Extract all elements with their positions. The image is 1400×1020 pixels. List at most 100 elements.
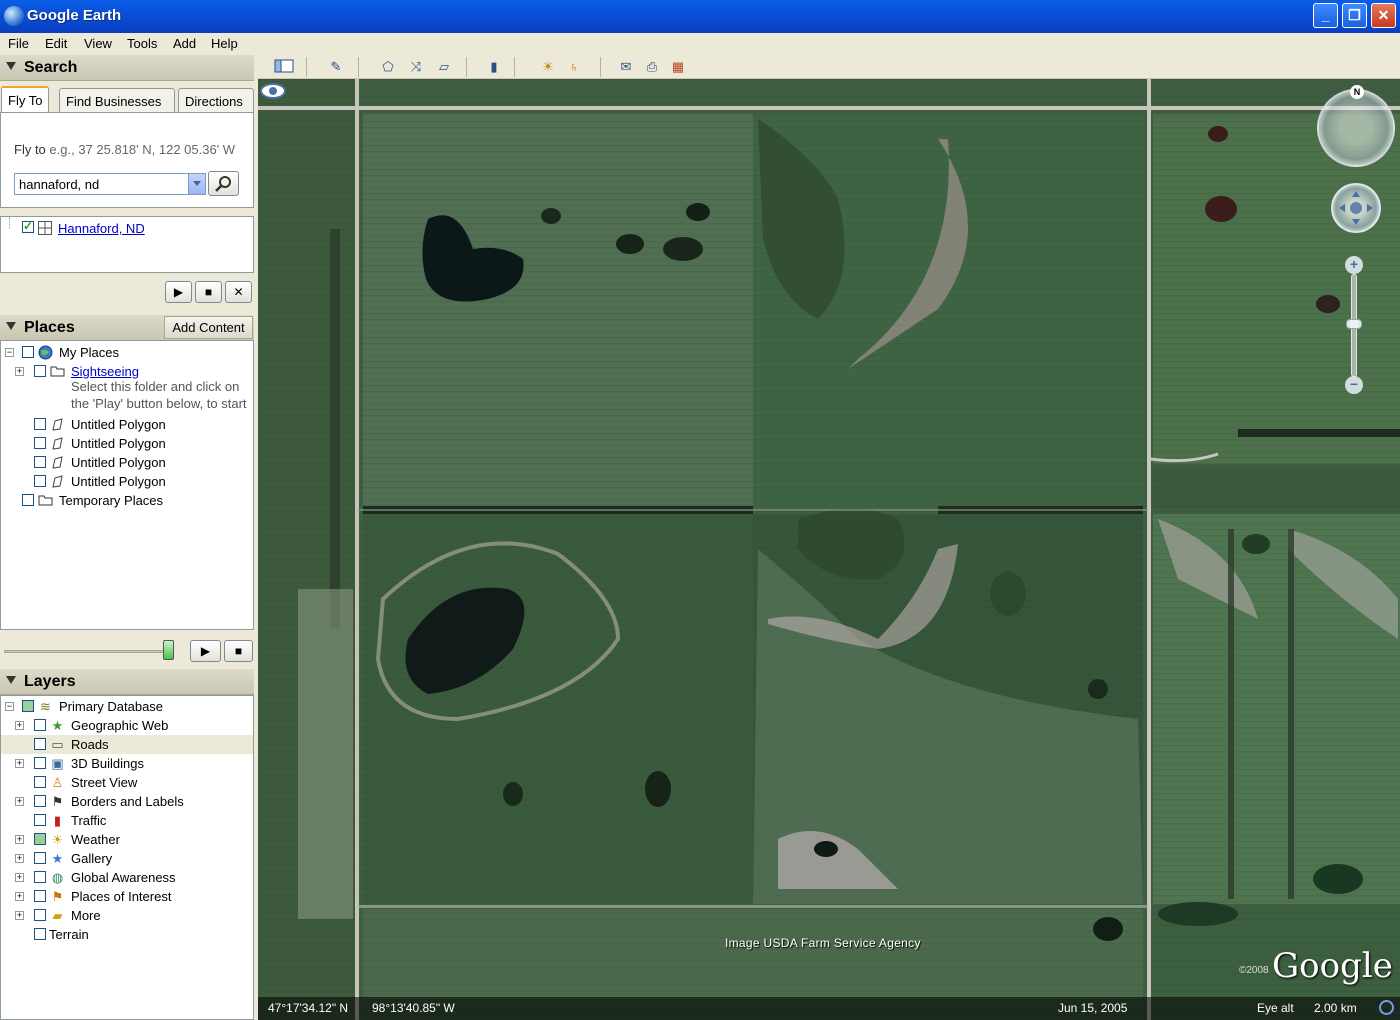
expand-toggle[interactable]: + — [15, 759, 24, 768]
layer-borders-labels[interactable]: + ⚑ Borders and Labels — [1, 792, 251, 811]
maximize-button[interactable]: ❐ — [1342, 3, 1367, 28]
expand-toggle[interactable]: + — [15, 721, 24, 730]
my-places-checkbox[interactable] — [22, 346, 34, 358]
layer-traffic[interactable]: ▮ Traffic — [1, 811, 251, 830]
collapse-toggle[interactable]: − — [5, 348, 14, 357]
traffic-checkbox[interactable] — [34, 814, 46, 826]
geographic-web-checkbox[interactable] — [34, 719, 46, 731]
layer-global-awareness[interactable]: + ◍ Global Awareness — [1, 868, 251, 887]
add-polygon-button[interactable]: ⬠ — [378, 58, 398, 76]
tour-play-button[interactable]: ▶ — [190, 640, 221, 662]
layer-weather[interactable]: + ☀ Weather — [1, 830, 251, 849]
search-play-button[interactable]: ▶ — [165, 281, 192, 303]
add-placemark-button[interactable]: ✎ — [326, 58, 346, 76]
collapse-toggle[interactable]: − — [5, 702, 14, 711]
polygon-icon — [52, 437, 63, 450]
add-path-button[interactable]: ⤨ — [406, 58, 426, 76]
search-clear-button[interactable]: ✕ — [225, 281, 252, 303]
tour-slider-knob[interactable] — [163, 640, 175, 660]
menu-tools[interactable]: Tools — [127, 36, 157, 51]
places-section-header[interactable]: Places Add Content — [0, 315, 254, 341]
menu-help[interactable]: Help — [211, 36, 238, 51]
expand-toggle[interactable]: + — [15, 797, 24, 806]
menu-file[interactable]: File — [8, 36, 29, 51]
sky-mode-button[interactable]: ♄ — [564, 58, 584, 76]
polygon-2-checkbox[interactable] — [34, 437, 46, 449]
expand-toggle[interactable]: + — [15, 367, 24, 376]
layer-roads[interactable]: ▭ Roads — [1, 735, 253, 754]
polygon-1-checkbox[interactable] — [34, 418, 46, 430]
primary-database-checkbox[interactable] — [22, 700, 34, 712]
gallery-checkbox[interactable] — [34, 852, 46, 864]
layer-terrain[interactable]: Terrain — [1, 925, 251, 944]
terrain-checkbox[interactable] — [34, 928, 46, 940]
tree-item-polygon-4[interactable]: Untitled Polygon — [1, 472, 251, 491]
polygon-4-checkbox[interactable] — [34, 475, 46, 487]
map-view[interactable]: N + − Image USDA Farm Service Agency ©20… — [258, 79, 1400, 1020]
tree-item-polygon-1[interactable]: Untitled Polygon — [1, 415, 251, 434]
layer-3d-buildings[interactable]: + ▣ 3D Buildings — [1, 754, 251, 773]
maps-icon: ▦ — [671, 59, 685, 74]
3d-buildings-checkbox[interactable] — [34, 757, 46, 769]
view-in-maps-button[interactable]: ▦ — [668, 58, 688, 76]
polygon-3-checkbox[interactable] — [34, 456, 46, 468]
minimize-button[interactable]: _ — [1313, 3, 1338, 28]
close-window-button[interactable]: ✕ — [1371, 3, 1396, 28]
roads-checkbox[interactable] — [34, 738, 46, 750]
street-view-checkbox[interactable] — [34, 776, 46, 788]
tab-find-businesses[interactable]: Find Businesses — [59, 88, 175, 112]
places-of-interest-checkbox[interactable] — [34, 890, 46, 902]
print-button[interactable]: ⎙ — [642, 58, 662, 76]
tab-directions[interactable]: Directions — [178, 88, 254, 112]
tour-stop-button[interactable]: ■ — [224, 640, 253, 662]
move-joystick[interactable] — [1331, 183, 1381, 233]
layer-geographic-web[interactable]: + ★ Geographic Web — [1, 716, 251, 735]
search-section-header[interactable]: Search — [0, 55, 254, 81]
add-overlay-button[interactable]: ▱ — [434, 58, 454, 76]
zoom-slider-knob[interactable] — [1346, 319, 1362, 329]
zoom-in-button[interactable]: + — [1345, 256, 1363, 274]
more-checkbox[interactable] — [34, 909, 46, 921]
menu-view[interactable]: View — [84, 36, 112, 51]
tree-item-my-places[interactable]: − My Places — [1, 343, 251, 362]
layers-section-title: Layers — [24, 673, 76, 690]
expand-toggle[interactable]: + — [15, 854, 24, 863]
layers-section-header[interactable]: Layers — [0, 669, 254, 695]
tree-item-temporary-places[interactable]: Temporary Places — [1, 491, 251, 510]
expand-toggle[interactable]: + — [15, 873, 24, 882]
sidebar-toggle-button[interactable] — [274, 58, 294, 76]
search-stop-button[interactable]: ■ — [195, 281, 222, 303]
expand-toggle[interactable]: + — [15, 911, 24, 920]
layer-primary-database[interactable]: − ≋ Primary Database — [1, 697, 251, 716]
sightseeing-checkbox[interactable] — [34, 365, 46, 377]
sunlight-button[interactable]: ☀ — [538, 58, 558, 76]
menu-add[interactable]: Add — [173, 36, 196, 51]
weather-checkbox[interactable] — [34, 833, 46, 845]
menu-edit[interactable]: Edit — [45, 36, 67, 51]
zoom-out-button[interactable]: − — [1345, 376, 1363, 394]
email-button[interactable]: ✉ — [616, 58, 636, 76]
borders-labels-checkbox[interactable] — [34, 795, 46, 807]
fly-to-input[interactable] — [14, 173, 206, 195]
layer-more[interactable]: + ▰ More — [1, 906, 251, 925]
expand-toggle[interactable]: + — [15, 835, 24, 844]
search-button[interactable] — [208, 171, 239, 196]
add-content-button[interactable]: Add Content — [164, 316, 253, 339]
global-awareness-checkbox[interactable] — [34, 871, 46, 883]
result-link-hannaford[interactable]: Hannaford, ND — [58, 221, 145, 236]
temporary-places-checkbox[interactable] — [22, 494, 34, 506]
layer-street-view[interactable]: ♙ Street View — [1, 773, 251, 792]
fly-to-dropdown-button[interactable] — [188, 174, 205, 194]
tour-slider-track[interactable] — [4, 650, 174, 653]
sightseeing-link[interactable]: Sightseeing — [71, 364, 139, 379]
compass-north-indicator[interactable]: N — [1350, 85, 1364, 99]
look-joystick[interactable] — [1317, 89, 1395, 167]
tab-fly-to[interactable]: Fly To — [1, 86, 50, 112]
expand-toggle[interactable]: + — [15, 892, 24, 901]
tree-item-polygon-3[interactable]: Untitled Polygon — [1, 453, 251, 472]
tree-item-polygon-2[interactable]: Untitled Polygon — [1, 434, 251, 453]
layer-gallery[interactable]: + ★ Gallery — [1, 849, 251, 868]
result-checkbox[interactable] — [22, 219, 34, 233]
layer-places-of-interest[interactable]: + ⚑ Places of Interest — [1, 887, 251, 906]
ruler-button[interactable]: ▮ — [484, 58, 504, 76]
